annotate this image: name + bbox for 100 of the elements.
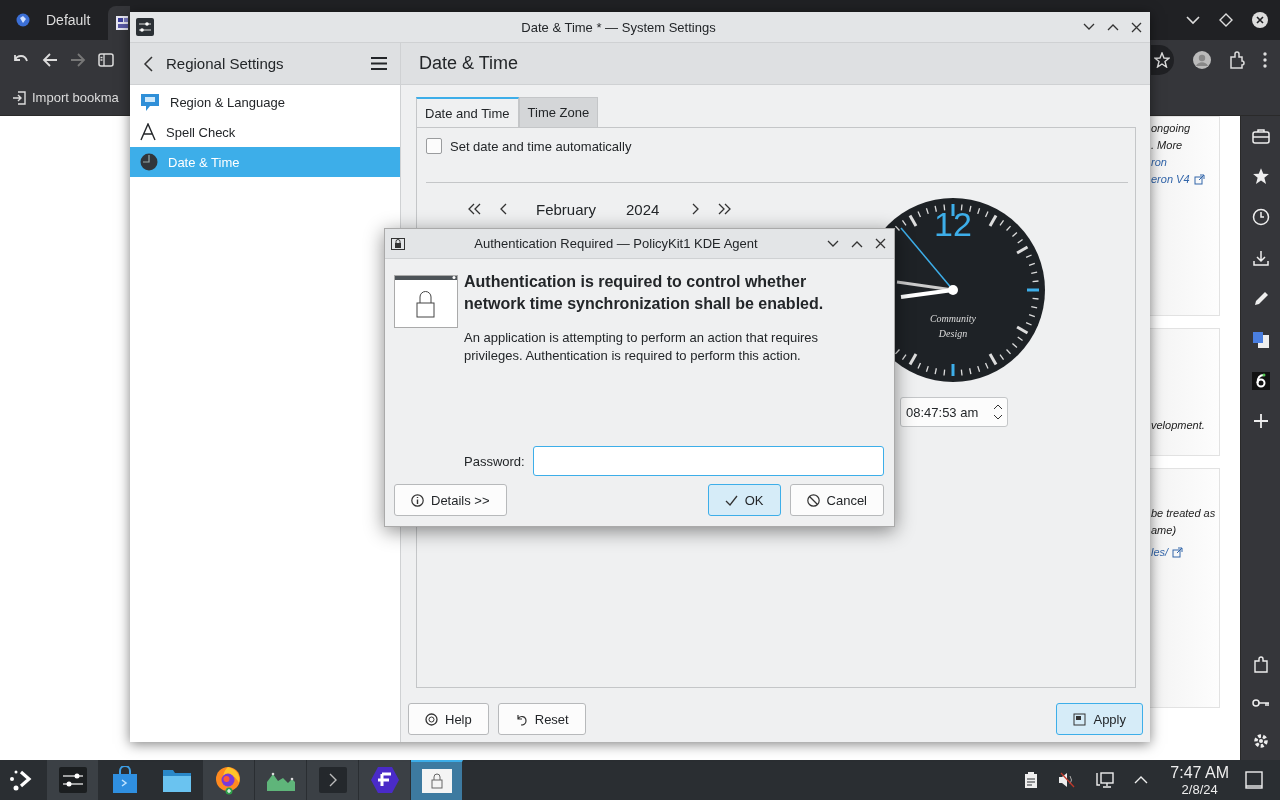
card-text: velopment.	[1151, 419, 1205, 431]
external-link-icon	[1193, 173, 1205, 185]
sliders-icon	[136, 18, 154, 36]
network-icon[interactable]	[1096, 771, 1115, 789]
shopping-bag-icon	[112, 766, 138, 794]
time-field[interactable]: 08:47:53 am	[900, 397, 1008, 427]
card-link[interactable]: eron V4	[1151, 173, 1190, 185]
undo-icon	[514, 712, 528, 726]
hexagon-icon	[369, 766, 400, 794]
clipboard-icon[interactable]	[1024, 771, 1039, 789]
close-button[interactable]	[1131, 21, 1142, 33]
six-icon[interactable]	[1251, 372, 1270, 390]
diamond-icon[interactable]	[1219, 13, 1233, 27]
lock-window-icon	[394, 275, 458, 328]
card-text: be treated as	[1151, 507, 1216, 519]
profile-icon[interactable]	[1192, 50, 1212, 70]
card-text: . More	[1151, 139, 1183, 151]
forward-icon[interactable]	[70, 52, 86, 68]
taskbar-app[interactable]	[411, 760, 463, 800]
previous-year-button[interactable]	[468, 203, 482, 215]
month-label[interactable]: February	[536, 200, 597, 218]
spinner-icon[interactable]	[993, 402, 1003, 422]
window-title: Date & Time * — System Settings	[520, 19, 717, 35]
chevron-up-icon[interactable]	[1134, 776, 1149, 784]
muted-speaker-icon[interactable]	[1058, 771, 1077, 789]
settings-icon[interactable]	[1251, 732, 1270, 750]
browser-tab[interactable]: Default	[0, 0, 108, 40]
page-title: Date & Time	[419, 53, 519, 74]
dialog-button[interactable]: Help	[408, 703, 489, 735]
letter-a-icon	[140, 123, 156, 141]
lock-window-icon	[421, 769, 452, 793]
tab[interactable]: Date and Time	[416, 97, 519, 127]
import-icon	[12, 90, 26, 105]
taskbar-clock[interactable]: 7:47 AM 2/8/24	[1170, 764, 1229, 796]
apply-icon	[1073, 712, 1087, 726]
browser-tab[interactable]	[108, 6, 130, 40]
dialog-button[interactable]: Details >>	[394, 484, 507, 516]
menu-icon[interactable]	[371, 57, 387, 70]
dialog-button[interactable]: OK	[707, 484, 781, 516]
sidebar-icon[interactable]	[98, 53, 114, 67]
star-icon[interactable]	[1251, 167, 1270, 185]
taskbar-app[interactable]	[359, 760, 411, 800]
back-button[interactable]	[143, 55, 153, 72]
previous-month-button[interactable]	[500, 203, 508, 215]
speech-bubble-icon	[140, 92, 160, 112]
cancel-icon	[806, 493, 820, 507]
clock-icon	[140, 153, 158, 171]
window-title: Authentication Required — PolicyKit1 KDE Agent	[473, 236, 759, 251]
year-label[interactable]: 2024	[626, 200, 660, 218]
dialog-heading: Authentication is required to control whether network time synchronization shall be enabled.	[464, 272, 825, 314]
back-icon[interactable]	[42, 52, 58, 68]
card-text: ongoing	[1151, 122, 1191, 134]
dialog-button[interactable]: Apply	[1056, 703, 1143, 735]
clock-icon[interactable]	[1251, 208, 1270, 226]
taskbar-app[interactable]	[203, 760, 255, 800]
show-desktop-icon[interactable]	[1245, 771, 1263, 789]
key-icon[interactable]	[1251, 697, 1270, 709]
plus-icon[interactable]	[1252, 413, 1269, 429]
taskbar-app[interactable]	[255, 760, 307, 800]
dialog-button[interactable]: Reset	[497, 703, 586, 735]
card-text: ame)	[1151, 524, 1177, 536]
sidebar-item[interactable]: Region & Language	[130, 87, 400, 117]
taskbar-app[interactable]	[47, 760, 99, 800]
close-button[interactable]	[875, 238, 886, 249]
next-year-button[interactable]	[717, 203, 732, 215]
password-label: Password:	[464, 453, 525, 469]
tab-list-button[interactable]	[1185, 15, 1201, 25]
minimize-button[interactable]	[827, 239, 839, 248]
lock-icon	[391, 237, 405, 250]
address-bar[interactable]	[1151, 45, 1174, 75]
external-link-icon	[1172, 546, 1184, 558]
dialog-message: An application is attempting to perform an action that requires privileges. Authentication is required to perform this action.	[464, 329, 820, 365]
card-link[interactable]: ron	[1151, 156, 1167, 168]
sliders-icon	[58, 767, 87, 793]
bookmark-item[interactable]: Import bookma	[12, 90, 119, 105]
download-icon[interactable]	[1251, 249, 1270, 267]
folder-icon	[162, 767, 192, 793]
tab[interactable]: Time Zone	[518, 97, 599, 127]
password-field[interactable]	[532, 446, 884, 476]
sidebar-title: Regional Settings	[166, 55, 285, 72]
checkbox[interactable]	[426, 138, 442, 154]
checkbox-label: Set date and time automatically	[450, 138, 632, 154]
dialog-button[interactable]: Cancel	[789, 484, 884, 516]
info-icon	[411, 493, 424, 507]
menu-icon[interactable]	[1262, 51, 1268, 69]
sidebar-item[interactable]: Spell Check	[130, 117, 400, 147]
close-button[interactable]	[1251, 11, 1269, 29]
briefcase-icon[interactable]	[1251, 128, 1270, 144]
lifebuoy-icon	[425, 712, 438, 726]
puzzle-icon[interactable]	[1252, 656, 1269, 674]
card-link[interactable]: les/	[1151, 546, 1169, 558]
checkmark-icon	[724, 493, 738, 507]
star-icon[interactable]	[1154, 52, 1170, 68]
next-month-button[interactable]	[691, 203, 700, 215]
page-icon	[116, 15, 128, 31]
extensions-icon[interactable]	[1228, 51, 1246, 69]
minimize-button[interactable]	[1083, 23, 1095, 31]
terminal-icon	[318, 767, 347, 793]
maximize-button[interactable]	[1107, 23, 1119, 31]
maximize-button[interactable]	[851, 239, 863, 248]
